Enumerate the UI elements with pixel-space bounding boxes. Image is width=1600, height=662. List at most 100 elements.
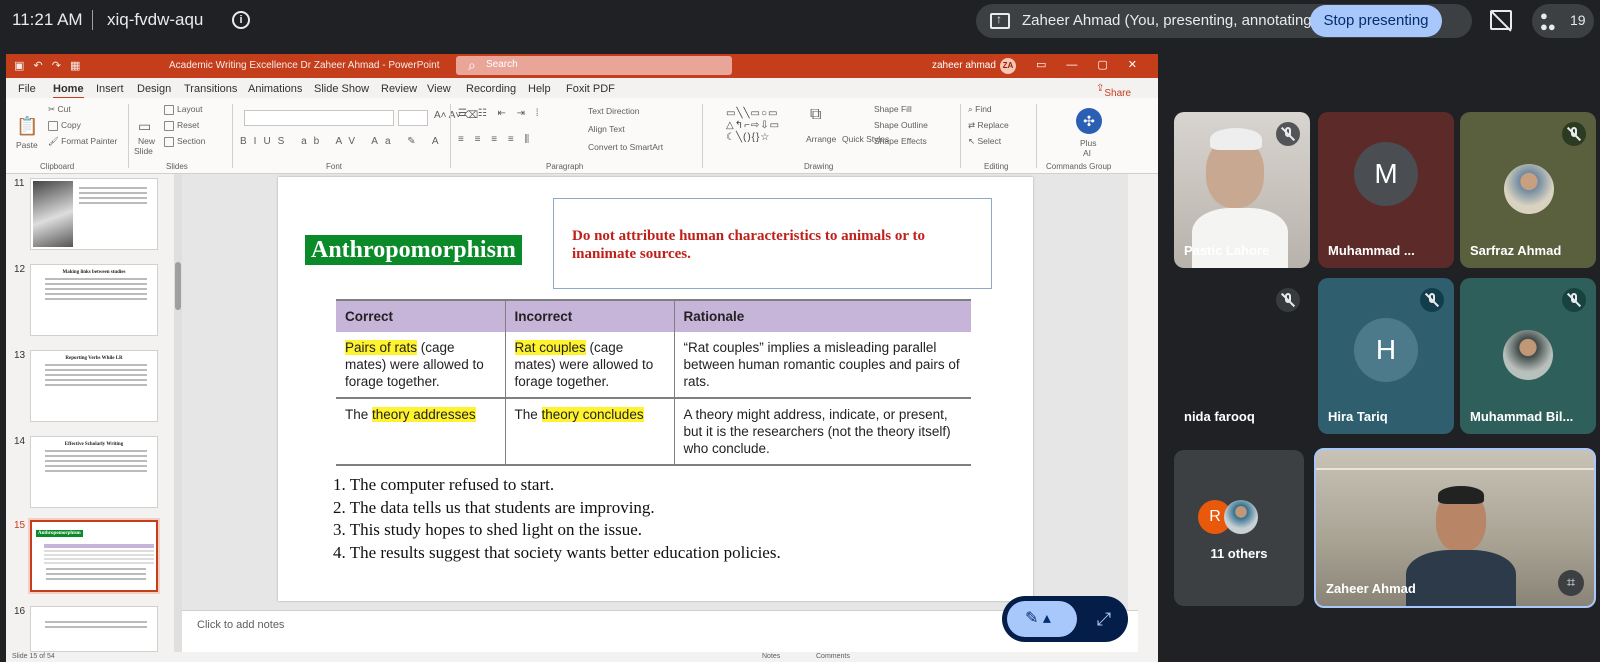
- tab-recording[interactable]: Recording: [466, 83, 516, 95]
- arrange-icon[interactable]: ⧉: [810, 106, 821, 124]
- paste-button[interactable]: Paste: [16, 140, 38, 150]
- slide-thumbnail[interactable]: [30, 606, 158, 652]
- format-painter-button[interactable]: 🖌 Format Painter: [48, 136, 117, 147]
- tab-view[interactable]: View: [427, 83, 451, 95]
- align-text-button[interactable]: Align Text: [588, 124, 625, 134]
- alignment-buttons[interactable]: ≡ ≡ ≡ ≡ ⫼: [458, 134, 533, 145]
- thumb-line: [45, 465, 147, 467]
- presenting-label: Zaheer Ahmad (You, presenting, annotatin…: [1022, 12, 1317, 29]
- participant-tile[interactable]: H Hira Tariq: [1318, 278, 1454, 434]
- slide-thumbnail[interactable]: Reporting Verbs While LR: [30, 350, 158, 422]
- quick-access-toolbar[interactable]: ▣ ↶ ↷ ▦: [14, 59, 83, 72]
- tab-transitions[interactable]: Transitions: [184, 83, 237, 95]
- comments-toggle[interactable]: Comments: [816, 653, 850, 660]
- video-shirt: [1192, 208, 1288, 268]
- thumb-line: [45, 450, 147, 452]
- thumb-image: [33, 181, 73, 247]
- thumb-number: 12: [14, 264, 26, 275]
- new-slide-button-2[interactable]: Slide: [134, 146, 153, 156]
- participant-tile[interactable]: Sarfraz Ahmad: [1460, 112, 1596, 268]
- shape-fill-button[interactable]: Shape Fill: [874, 104, 912, 114]
- table-row: Pairs of rats (cage mates) were allowed …: [336, 332, 971, 399]
- shape-outline-button[interactable]: Shape Outline: [874, 120, 928, 130]
- tab-home[interactable]: Home: [53, 83, 84, 99]
- cell-text: The: [345, 407, 373, 422]
- crop-icon[interactable]: ⌗: [1558, 570, 1584, 596]
- hide-presentation-icon[interactable]: [1490, 10, 1512, 30]
- font-format-buttons[interactable]: BIUS ab AV Aa ✎ A: [240, 136, 446, 147]
- slide-thumbnail-selected[interactable]: Anthropomorphism: [30, 520, 158, 592]
- annotate-pen-button[interactable]: ✎ ▴: [1007, 601, 1077, 637]
- tab-file[interactable]: File: [18, 83, 36, 95]
- paste-icon[interactable]: 📋: [16, 116, 38, 137]
- plus-ai-button-2[interactable]: AI: [1083, 148, 1091, 158]
- new-slide-icon[interactable]: ▭: [138, 118, 151, 135]
- tab-slide-show[interactable]: Slide Show: [314, 83, 369, 95]
- thumb-line: [45, 364, 147, 366]
- tab-help[interactable]: Help: [528, 83, 551, 95]
- find-button[interactable]: ⌕ Find: [968, 104, 992, 115]
- group-divider: [232, 104, 233, 168]
- group-divider: [960, 104, 961, 168]
- font-family-select[interactable]: [244, 110, 394, 126]
- tab-review[interactable]: Review: [381, 83, 417, 95]
- thumb-title: Anthropomorphism: [36, 530, 83, 537]
- copy-button[interactable]: Copy: [48, 120, 81, 131]
- select-button[interactable]: ↖ Select: [968, 136, 1001, 147]
- list-buttons[interactable]: ☰ ☷ ⇤ ⇥ ⁞: [458, 108, 543, 119]
- slides-group-label: Slides: [166, 162, 188, 171]
- thumbnail-scrollbar[interactable]: [174, 174, 182, 652]
- participant-name: Muhammad ...: [1328, 243, 1415, 258]
- ppt-user-avatar[interactable]: ZA: [1000, 58, 1016, 74]
- highlight: Pairs of rats: [345, 340, 418, 355]
- thumb-line: [46, 568, 146, 570]
- tab-insert[interactable]: Insert: [96, 83, 124, 95]
- ppt-search-input[interactable]: Search: [456, 56, 732, 75]
- window-controls[interactable]: ▭—▢✕: [1036, 58, 1157, 71]
- annotation-controls: ✎ ▴ ⤢: [1002, 596, 1128, 642]
- font-size-select[interactable]: [398, 110, 428, 126]
- cut-button[interactable]: ✂ Cut: [48, 104, 71, 115]
- others-tile[interactable]: R 11 others: [1174, 450, 1304, 606]
- new-slide-button[interactable]: New: [138, 136, 155, 146]
- info-icon[interactable]: i: [232, 11, 250, 29]
- tab-design[interactable]: Design: [137, 83, 171, 95]
- slide-thumbnail[interactable]: Effective Scholarly Writing: [30, 436, 158, 508]
- text-direction-button[interactable]: Text Direction: [588, 106, 640, 116]
- participant-tile[interactable]: M Muhammad ...: [1318, 112, 1454, 268]
- editor-scrollbar[interactable]: [1128, 174, 1138, 610]
- layout-button[interactable]: Layout: [164, 104, 203, 115]
- section-button[interactable]: Section: [164, 136, 205, 147]
- current-slide[interactable]: Anthropomorphism Do not attribute human …: [278, 177, 1033, 601]
- slide-thumbnail[interactable]: [30, 178, 158, 250]
- plus-ai-icon[interactable]: ✣: [1076, 108, 1102, 134]
- participant-tile[interactable]: Pastic Lahore: [1174, 112, 1310, 268]
- scrollbar-thumb[interactable]: [175, 262, 181, 310]
- shape-effects-button[interactable]: Shape Effects: [874, 136, 927, 146]
- arrange-button[interactable]: Arrange: [806, 134, 836, 144]
- notes-pane[interactable]: Click to add notes: [182, 610, 1138, 652]
- format-painter-label: Format Painter: [61, 136, 118, 146]
- stop-presenting-button[interactable]: Stop presenting: [1310, 5, 1442, 37]
- expand-icon[interactable]: ⤢: [1086, 601, 1122, 637]
- group-divider: [702, 104, 703, 168]
- plus-ai-button[interactable]: Plus: [1080, 138, 1097, 148]
- participant-tile[interactable]: nida farooq: [1174, 278, 1310, 434]
- tab-animations[interactable]: Animations: [248, 83, 302, 95]
- reset-button[interactable]: Reset: [164, 120, 199, 131]
- clipboard-group-label: Clipboard: [40, 162, 75, 171]
- tab-foxit-pdf[interactable]: Foxit PDF: [566, 83, 615, 95]
- participant-name: 11 others: [1210, 546, 1268, 561]
- participants-button[interactable]: ● ●● 19: [1532, 4, 1594, 38]
- copy-label: Copy: [61, 120, 81, 130]
- self-view-tile[interactable]: Zaheer Ahmad ⌗: [1314, 448, 1596, 608]
- thumb-line: [79, 202, 147, 204]
- replace-button[interactable]: ⇄ Replace: [968, 120, 1009, 131]
- participant-tile[interactable]: Muhammad Bil...: [1460, 278, 1596, 434]
- shapes-gallery[interactable]: ▭╲╲▭○▭ △↰⌐⇨⇩▭ ☾╲(){}☆: [726, 108, 808, 146]
- slide-thumbnail[interactable]: Making links between studies: [30, 264, 158, 336]
- notes-toggle[interactable]: Notes: [762, 653, 780, 660]
- mic-off-icon: [1276, 288, 1300, 312]
- convert-smartart-button[interactable]: Convert to SmartArt: [588, 142, 663, 152]
- share-button[interactable]: ⇪ Share: [1096, 83, 1131, 99]
